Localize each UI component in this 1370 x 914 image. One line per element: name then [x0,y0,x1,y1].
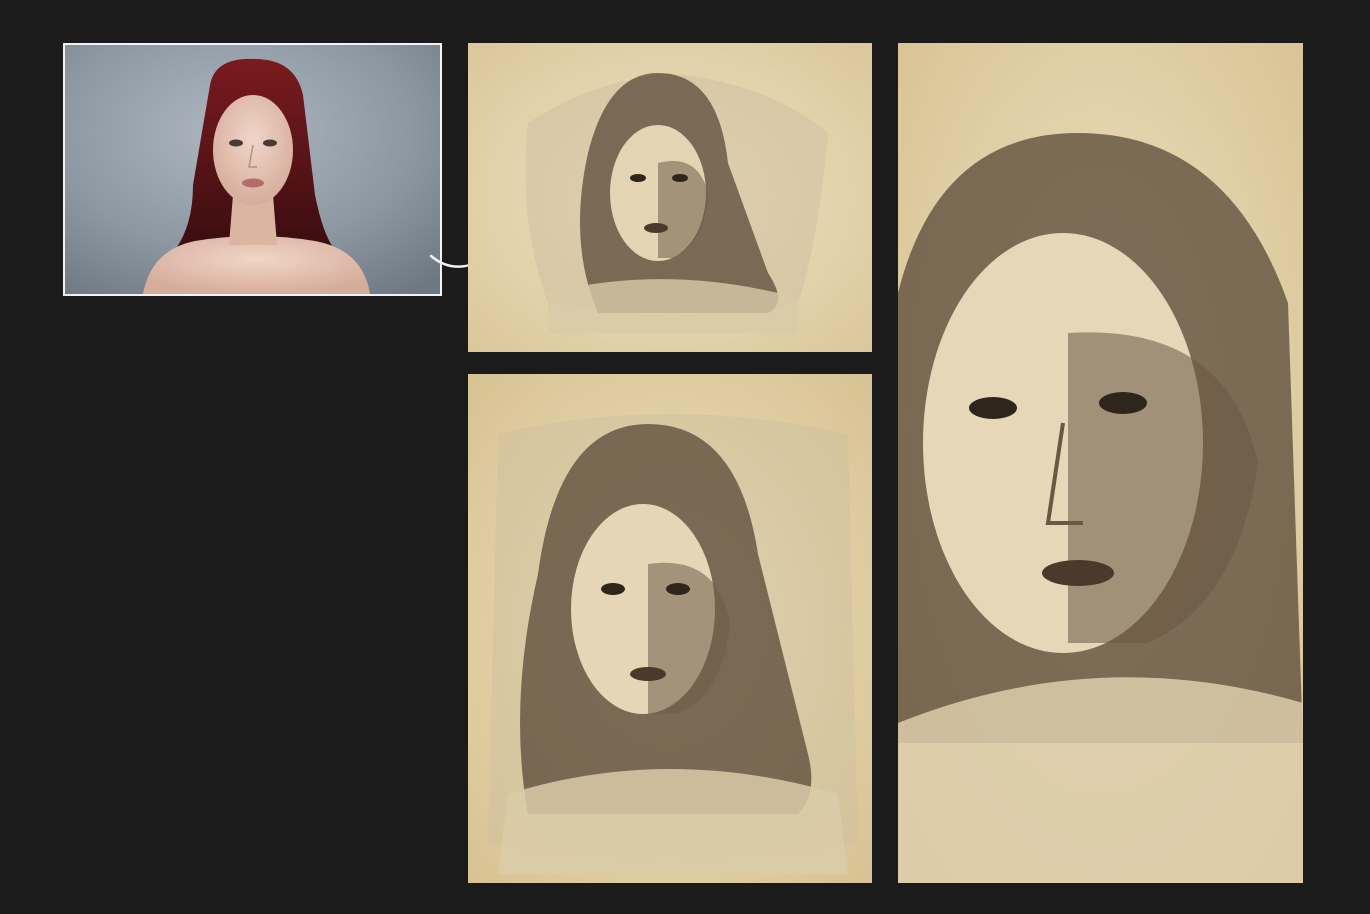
watercolor-result-top [468,43,872,352]
watercolor-result-bottom [468,374,872,883]
watercolor-result-tall [898,43,1303,883]
original-photo [63,43,442,296]
showcase-canvas [0,0,1370,914]
